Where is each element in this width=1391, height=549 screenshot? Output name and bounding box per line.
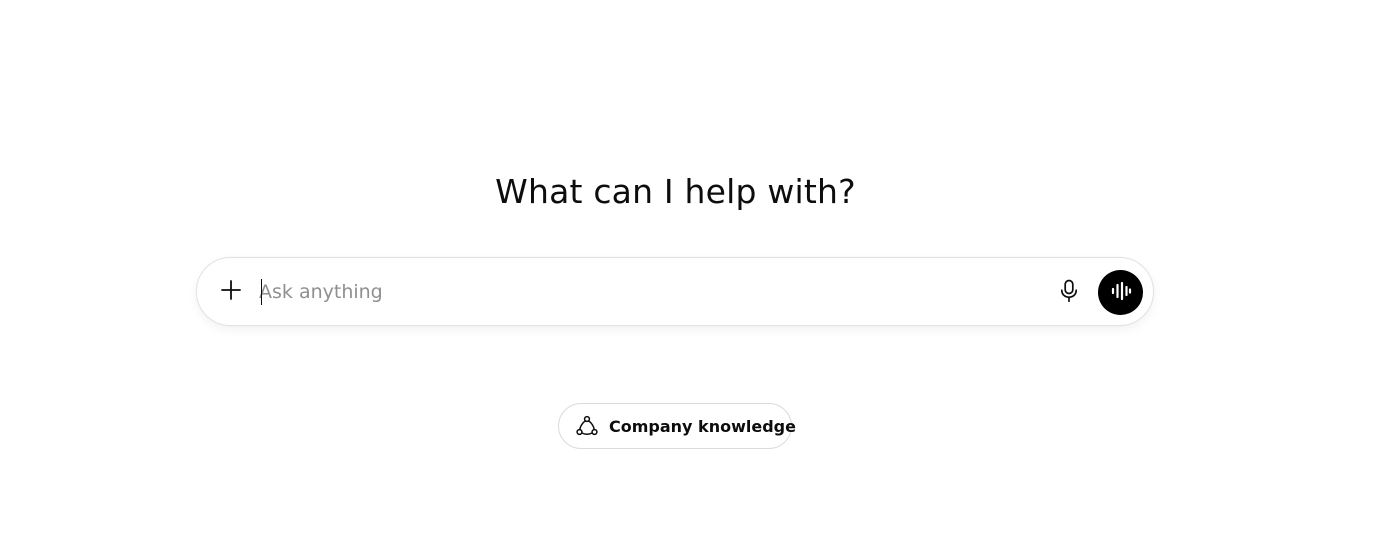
prompt-input[interactable]	[259, 276, 1039, 308]
add-attachment-button[interactable]	[213, 274, 249, 310]
voice-waveform-icon	[1110, 281, 1132, 305]
company-knowledge-icon	[575, 414, 599, 438]
text-caret	[261, 279, 262, 305]
company-knowledge-chip[interactable]: Company knowledge	[558, 403, 796, 449]
new-chat-page: What can I help with? Ask anything Compa…	[0, 0, 1391, 549]
page-title: What can I help with?	[495, 172, 856, 211]
dictate-button[interactable]	[1051, 275, 1087, 311]
plus-icon	[220, 279, 242, 305]
voice-mode-button[interactable]	[1098, 270, 1143, 315]
microphone-icon	[1059, 279, 1079, 307]
prompt-composer	[196, 257, 1154, 326]
company-knowledge-label: Company knowledge	[609, 416, 796, 436]
